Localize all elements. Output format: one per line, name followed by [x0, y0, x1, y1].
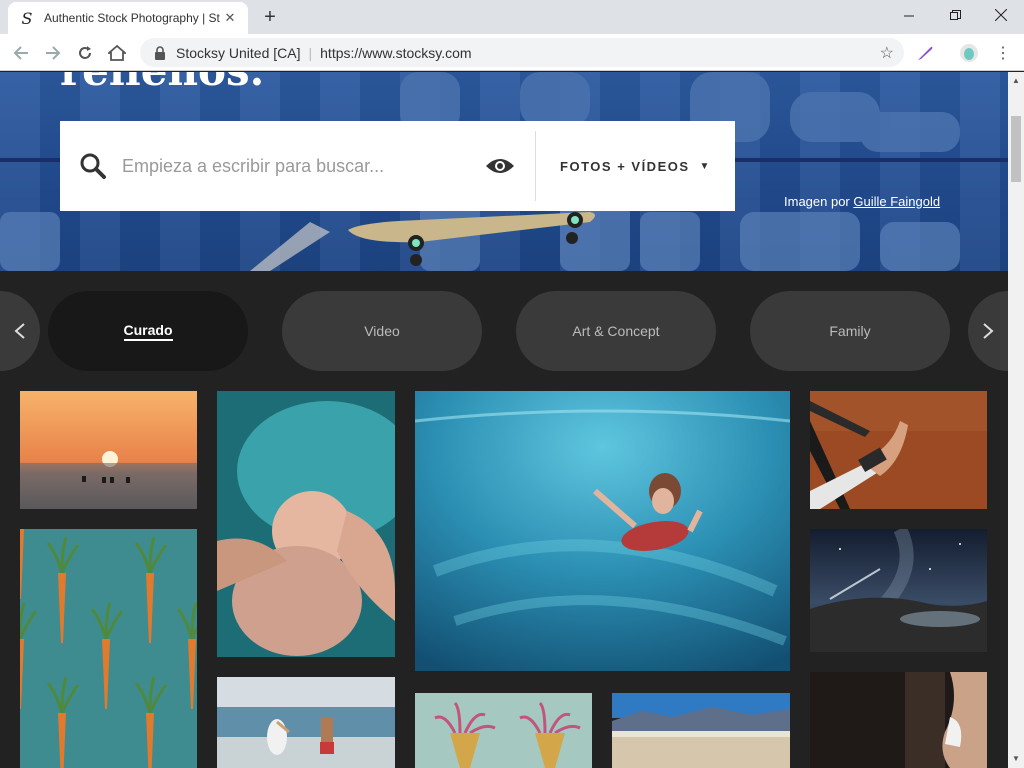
tab-bar: S Authentic Stock Photography | St ✕ +	[0, 0, 1024, 34]
minimize-button[interactable]	[886, 0, 932, 30]
media-type-dropdown[interactable]: FOTOS + VÍDEOS ▼	[536, 159, 735, 174]
category-family[interactable]: Family	[750, 291, 950, 371]
hero-banner: rellenos. FOTOS + VÍDEOS ▼ Imagen por Gu…	[0, 72, 1008, 271]
restore-button[interactable]	[932, 0, 978, 30]
address-bar[interactable]: Stocksy United [CA] | https://www.stocks…	[140, 38, 904, 67]
carousel-next-button[interactable]	[968, 291, 1008, 371]
restore-icon	[949, 9, 961, 20]
search-icon[interactable]	[80, 153, 106, 179]
chevron-right-icon	[983, 323, 994, 339]
illustration-sea-anemone[interactable]	[415, 693, 592, 768]
site-identity: Stocksy United [CA]	[176, 44, 301, 61]
close-tab-icon[interactable]: ✕	[222, 10, 238, 26]
scroll-thumb[interactable]	[1011, 116, 1021, 182]
close-window-button[interactable]	[978, 0, 1024, 30]
photo-woman-doorway[interactable]	[810, 672, 987, 768]
media-type-label: FOTOS + VÍDEOS	[560, 158, 690, 174]
home-button[interactable]	[104, 40, 130, 66]
extension-feather-icon[interactable]	[914, 42, 936, 64]
category-carousel: Curado Video Art & Concept Family	[0, 291, 1008, 373]
back-arrow-icon	[13, 46, 28, 60]
category-video[interactable]: Video	[282, 291, 482, 371]
photographer-link[interactable]: Guille Faingold	[853, 194, 940, 209]
forward-button[interactable]	[40, 40, 66, 66]
tab-title: Authentic Stock Photography | St	[44, 11, 220, 25]
hero-heading: rellenos.	[60, 72, 264, 95]
browser-menu-icon[interactable]: ⋮	[992, 42, 1014, 64]
search-box: FOTOS + VÍDEOS ▼	[60, 121, 735, 211]
back-button[interactable]	[8, 40, 34, 66]
photo-underwater-swimmer[interactable]	[415, 391, 790, 671]
photo-carrot-pattern[interactable]	[20, 529, 197, 768]
chevron-left-icon	[14, 323, 25, 339]
photo-night-sky-landscape[interactable]	[810, 529, 987, 652]
carousel-prev-button[interactable]	[0, 291, 40, 371]
new-tab-button[interactable]: +	[258, 6, 282, 30]
url-separator: |	[308, 44, 313, 61]
minimize-icon	[903, 15, 914, 16]
lock-icon	[155, 45, 165, 60]
photo-boy-pelican-beach[interactable]	[217, 677, 395, 768]
scroll-up-arrow-icon[interactable]: ▲	[1012, 76, 1020, 85]
scroll-down-arrow-icon[interactable]: ▼	[1012, 754, 1020, 763]
bookmark-star-icon[interactable]: ☆	[880, 43, 894, 63]
reload-button[interactable]	[72, 40, 98, 66]
category-art-concept[interactable]: Art & Concept	[516, 291, 716, 371]
close-window-icon	[995, 9, 1007, 21]
page-content: rellenos. FOTOS + VÍDEOS ▼ Imagen por Gu…	[0, 72, 1008, 768]
stocksy-favicon-icon: S	[21, 8, 33, 28]
search-input[interactable]	[122, 155, 485, 177]
photo-foot-on-sand[interactable]	[810, 391, 987, 509]
credit-prefix: Imagen por	[784, 194, 850, 209]
photo-sunset-ocean[interactable]	[20, 391, 197, 509]
image-credit: Imagen por Guille Faingold	[784, 194, 940, 209]
forward-arrow-icon	[46, 46, 61, 60]
photo-newborn-bath[interactable]	[217, 391, 395, 657]
url-text: https://www.stocksy.com	[320, 44, 472, 61]
reload-icon	[79, 46, 91, 59]
home-icon	[108, 45, 126, 61]
chevron-down-icon: ▼	[699, 160, 711, 172]
photo-desert-mountains[interactable]	[612, 693, 790, 768]
browser-toolbar: Stocksy United [CA] | https://www.stocks…	[0, 34, 1024, 71]
category-curado[interactable]: Curado	[48, 291, 248, 371]
browser-tab[interactable]: S Authentic Stock Photography | St ✕	[8, 2, 248, 34]
profile-avatar[interactable]	[958, 42, 980, 64]
visual-search-eye-icon[interactable]	[485, 156, 515, 176]
page-scrollbar[interactable]: ▲ ▼	[1008, 72, 1024, 768]
